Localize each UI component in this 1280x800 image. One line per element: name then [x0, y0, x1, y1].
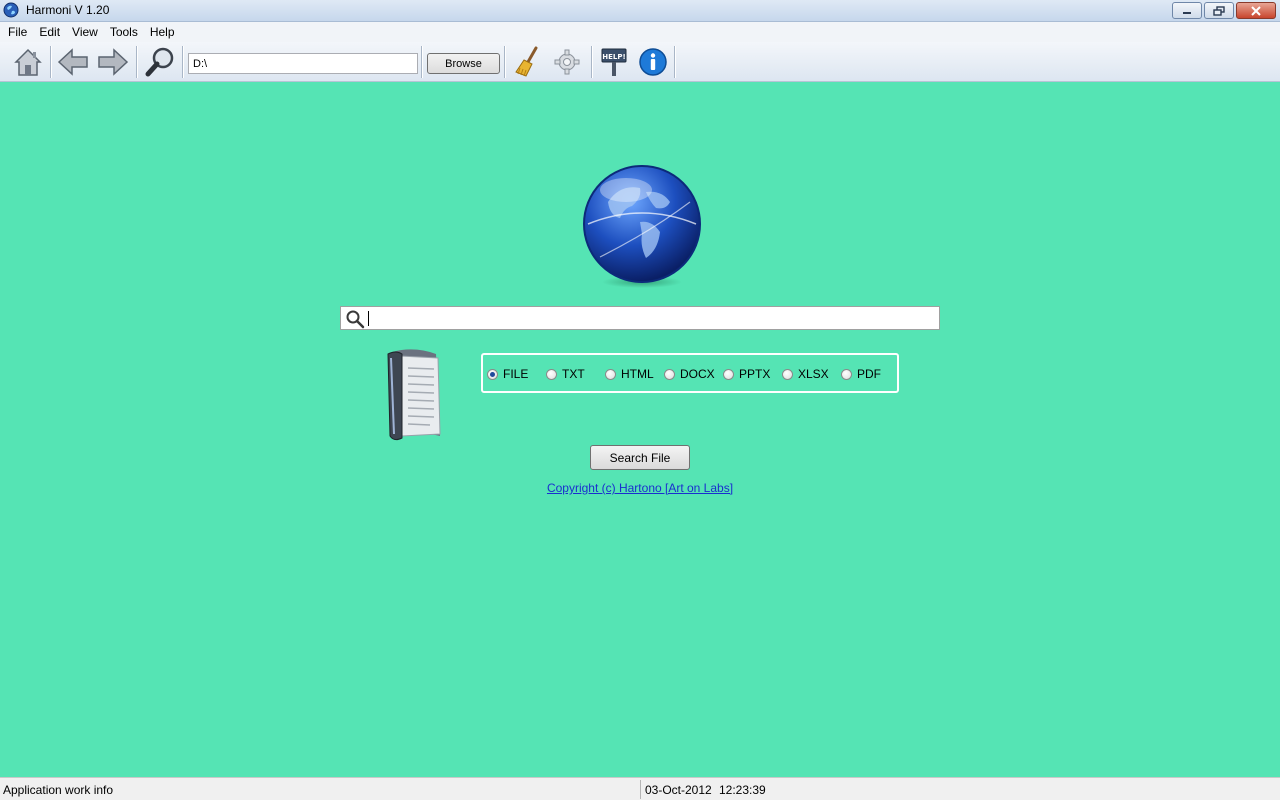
settings-button[interactable]: [550, 42, 584, 82]
window-title: Harmoni V 1.20: [26, 3, 110, 17]
search-input[interactable]: [367, 308, 935, 328]
radio-label: XLSX: [798, 367, 829, 381]
info-icon: [639, 48, 667, 76]
radio-label: FILE: [503, 367, 529, 381]
menu-help[interactable]: Help: [144, 22, 181, 42]
radio-dot[interactable]: [664, 368, 675, 380]
radio-docx[interactable]: DOCX: [664, 366, 715, 382]
radio-label: PDF: [857, 367, 881, 381]
radio-html[interactable]: HTML: [605, 366, 654, 382]
path-input[interactable]: [188, 53, 418, 74]
back-button[interactable]: [55, 42, 91, 82]
radio-dot[interactable]: [487, 368, 498, 380]
radio-xlsx[interactable]: XLSX: [782, 366, 829, 382]
home-icon: [14, 48, 42, 76]
radio-label: TXT: [562, 367, 585, 381]
svg-text:HELP!: HELP!: [602, 53, 625, 61]
find-button[interactable]: [142, 42, 178, 82]
file-type-group: FILE TXT HTML DOCX PPTX XLSX PDF: [481, 353, 899, 393]
menu-bar: File Edit View Tools Help: [0, 22, 1280, 42]
toolbar-separator: [421, 46, 423, 78]
magnifier-icon: [145, 47, 174, 77]
radio-pdf[interactable]: PDF: [841, 366, 881, 382]
copyright: Copyright (c) Hartono [Art on Labs]: [0, 481, 1280, 495]
menu-edit[interactable]: Edit: [33, 22, 66, 42]
text-caret: [368, 311, 369, 326]
toolbar-separator: [50, 46, 52, 78]
globe-logo-icon: [583, 165, 701, 288]
radio-label: HTML: [621, 367, 654, 381]
radio-dot[interactable]: [782, 368, 793, 380]
restore-icon: [1213, 5, 1225, 16]
radio-pptx[interactable]: PPTX: [723, 366, 770, 382]
copyright-link[interactable]: Copyright (c) Hartono [Art on Labs]: [547, 481, 733, 495]
toolbar-separator: [504, 46, 506, 78]
title-bar: Harmoni V 1.20: [0, 0, 1280, 22]
close-button[interactable]: [1236, 2, 1276, 19]
forward-button[interactable]: [95, 42, 131, 82]
info-button[interactable]: [636, 42, 670, 82]
toolbar: Browse HELP!: [0, 42, 1280, 82]
home-button[interactable]: [10, 42, 46, 82]
toolbar-separator: [182, 46, 184, 78]
close-icon: [1251, 5, 1261, 16]
status-time: 12:23:39: [719, 783, 766, 797]
radio-dot[interactable]: [546, 368, 557, 380]
help-button[interactable]: HELP!: [597, 42, 631, 82]
radio-dot[interactable]: [841, 368, 852, 380]
app-globe-icon: [3, 2, 19, 18]
document-icon: [387, 349, 441, 441]
radio-txt[interactable]: TXT: [546, 366, 585, 382]
radio-file[interactable]: FILE: [487, 366, 528, 382]
menu-tools[interactable]: Tools: [104, 22, 144, 42]
restore-button[interactable]: [1204, 2, 1234, 19]
forward-arrow-icon: [98, 48, 129, 76]
clean-button[interactable]: [510, 42, 544, 82]
back-arrow-icon: [57, 48, 88, 76]
help-sign-icon: HELP!: [601, 48, 627, 76]
search-file-button[interactable]: Search File: [590, 445, 690, 470]
status-bar: Application work info 03-Oct-2012 12:23:…: [0, 777, 1280, 800]
minimize-icon: [1183, 11, 1191, 14]
toolbar-separator: [674, 46, 676, 78]
radio-dot[interactable]: [723, 368, 734, 380]
browse-button[interactable]: Browse: [427, 53, 500, 74]
menu-view[interactable]: View: [66, 22, 104, 42]
status-separator: [640, 780, 641, 799]
broom-icon: [515, 46, 538, 77]
menu-file[interactable]: File: [2, 22, 33, 42]
radio-label: DOCX: [680, 367, 715, 381]
radio-dot[interactable]: [605, 368, 616, 380]
search-box[interactable]: [340, 306, 940, 330]
toolbar-separator: [591, 46, 593, 78]
status-info: Application work info: [3, 783, 114, 797]
gear-icon: [554, 49, 580, 75]
search-icon: [346, 310, 365, 329]
toolbar-separator: [136, 46, 138, 78]
radio-label: PPTX: [739, 367, 771, 381]
minimize-button[interactable]: [1172, 2, 1202, 19]
status-date: 03-Oct-2012: [645, 783, 712, 797]
